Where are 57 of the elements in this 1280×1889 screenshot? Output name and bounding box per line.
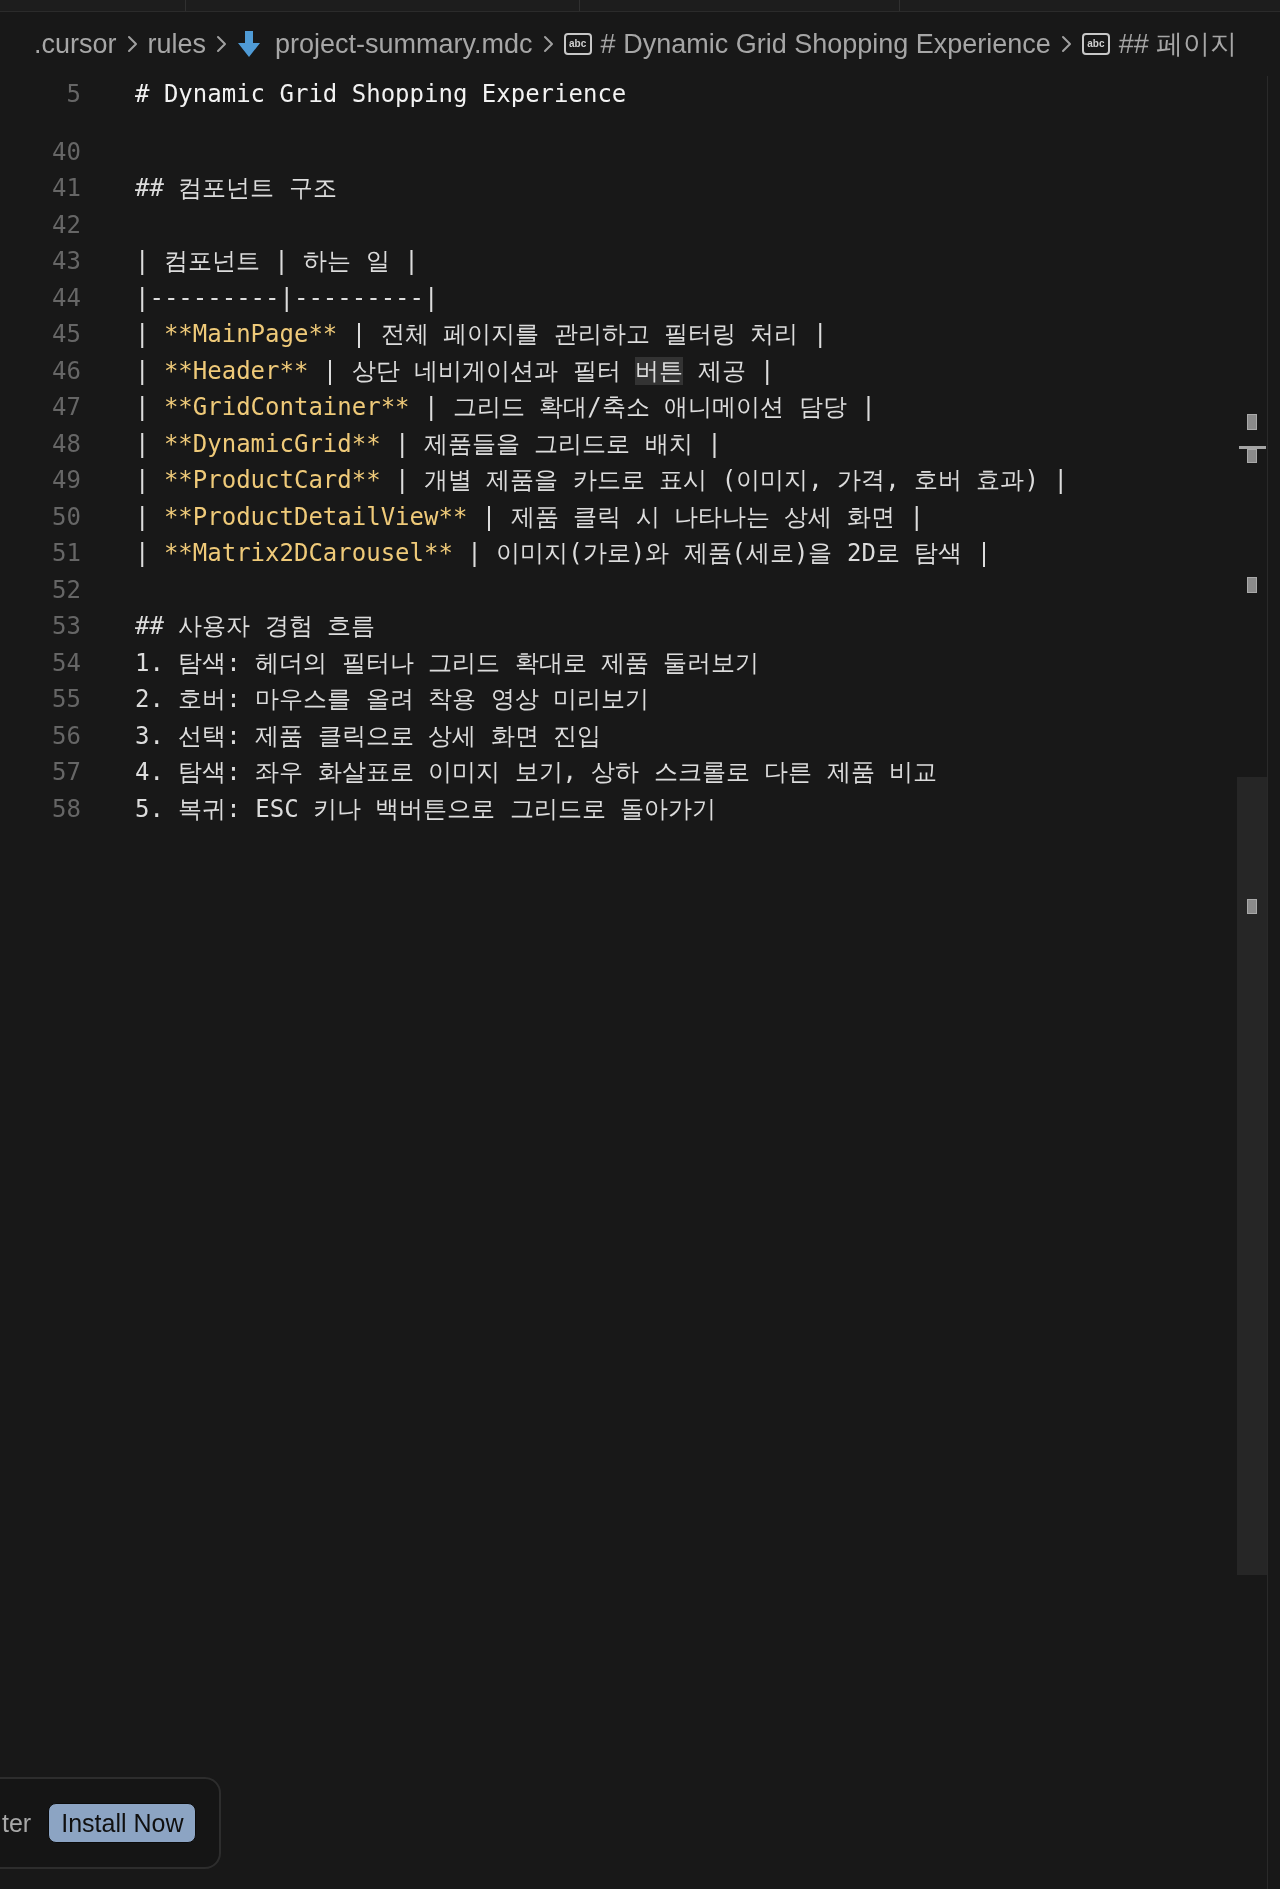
line-number: 56: [51, 721, 81, 750]
code-line: 3. 선택: 제품 클릭으로 상세 화면 진입: [135, 720, 602, 752]
down-arrow-icon: [237, 31, 262, 57]
line-number: 43: [51, 247, 81, 276]
line-number: 40: [51, 137, 81, 166]
code-line: |---------|---------|: [135, 283, 439, 312]
code-line: 1. 탐색: 헤더의 필터나 그리드 확대로 제품 둘러보기: [135, 647, 760, 679]
breadcrumb-item[interactable]: abc # Dynamic Grid Shopping Experience: [563, 30, 1051, 58]
code-line: 5. 복귀: ESC 키나 백버튼으로 그리드로 돌아가기: [135, 793, 717, 825]
line-number: 57: [51, 758, 81, 787]
scroll-marker-icon: [1247, 414, 1257, 430]
line-number: 48: [51, 429, 81, 458]
line-number: 52: [51, 575, 81, 604]
line-number: 44: [51, 283, 81, 312]
scroll-marker-icon: [1247, 577, 1257, 593]
chevron-right-icon: [216, 35, 228, 53]
line-number: 50: [51, 502, 81, 531]
breadcrumb-item[interactable]: abc ## 페이지: [1081, 30, 1238, 58]
code-line: | **DynamicGrid** | 제품들을 그리드로 배치 |: [135, 428, 722, 460]
line-number: 41: [51, 174, 81, 203]
breadcrumb-item[interactable]: .cursor: [34, 30, 117, 58]
chevron-right-icon: [542, 35, 554, 53]
line-number: 46: [51, 356, 81, 385]
scrollbar-thumb[interactable]: [1237, 777, 1267, 1575]
line-number: 49: [51, 466, 81, 495]
line-number: 45: [51, 320, 81, 349]
code-line: # Dynamic Grid Shopping Experience: [135, 80, 627, 109]
install-now-button[interactable]: Install Now: [48, 1803, 197, 1843]
chevron-right-icon: [126, 35, 138, 53]
abc-symbol-icon: abc: [1081, 33, 1110, 55]
code-line: ## 사용자 경험 흐름: [135, 611, 376, 643]
code-line: | **ProductDetailView** | 제품 클릭 시 나타나는 상세 화면 |: [135, 501, 924, 533]
scroll-marker-icon: [1247, 449, 1257, 463]
code-line: | 컴포넌트 | 하는 일 |: [135, 246, 419, 278]
code-line: | **Header** | 상단 네비게이션과 필터 버튼 제공 |: [135, 355, 775, 387]
scroll-marker-icon: [1247, 899, 1257, 914]
line-number: 55: [51, 685, 81, 714]
cursor-marker-icon: [1239, 446, 1266, 449]
line-number: 58: [51, 794, 81, 823]
line-number: 5: [65, 80, 81, 109]
line-number: 42: [51, 210, 81, 239]
code-line: | **ProductCard** | 개별 제품을 카드로 표시 (이미지, 가격, 호버 효과) |: [135, 465, 1068, 497]
code-line: | **Matrix2DCarousel** | 이미지(가로)와 제품(세로)을 2D로 탐색 |: [135, 538, 992, 570]
line-number: 53: [51, 612, 81, 641]
abc-symbol-icon: abc: [563, 33, 592, 55]
notification-text: ter: [2, 1808, 32, 1838]
breadcrumb-item[interactable]: project-summary.mdc: [237, 30, 533, 58]
code-line: ## 컴포넌트 구조: [135, 173, 337, 205]
line-number: 51: [51, 539, 81, 568]
code-line: 4. 탐색: 좌우 화살표로 이미지 보기, 상하 스크롤로 다른 제품 비교: [135, 757, 938, 789]
line-number: 47: [51, 393, 81, 422]
line-number: 54: [51, 648, 81, 677]
breadcrumb-item[interactable]: rules: [147, 30, 207, 58]
code-line: | **MainPage** | 전체 페이지를 관리하고 필터링 처리 |: [135, 319, 828, 351]
chevron-right-icon: [1060, 35, 1072, 53]
code-line: 2. 호버: 마우스를 올려 착용 영상 미리보기: [135, 684, 650, 716]
code-line: | **GridContainer** | 그리드 확대/축소 애니메이션 담당 |: [135, 392, 876, 424]
